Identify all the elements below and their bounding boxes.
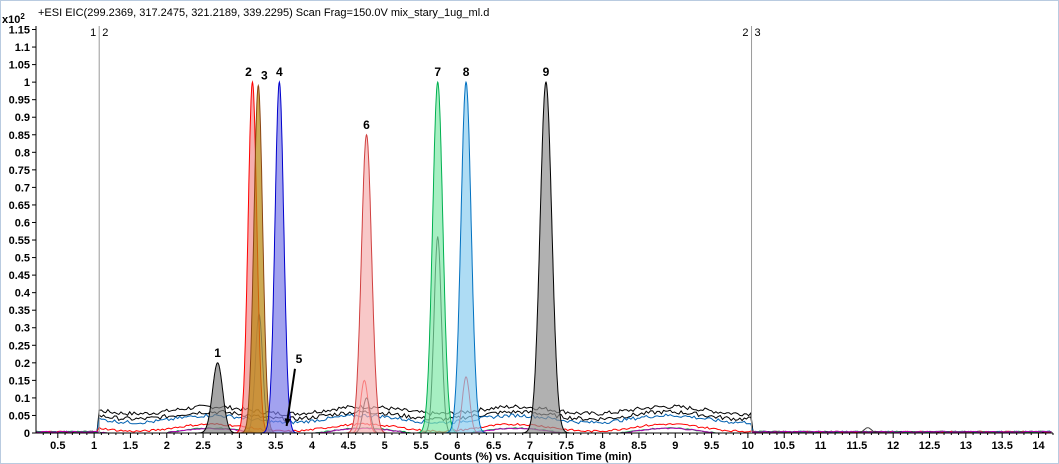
y-tick-label: 0.45 bbox=[9, 270, 30, 282]
peak-label-5: 5 bbox=[296, 352, 303, 366]
peak-label-8: 8 bbox=[463, 65, 470, 79]
peak-area-1 bbox=[197, 362, 238, 433]
peak-label-3: 3 bbox=[261, 69, 268, 83]
segment-marker-label-left: 1 bbox=[90, 27, 96, 39]
y-tick-label: 0.9 bbox=[15, 112, 30, 124]
y-tick-label: 0.1 bbox=[15, 393, 30, 405]
y-tick-label: 0.8 bbox=[15, 147, 30, 159]
x-tick-label: 9.5 bbox=[704, 440, 719, 452]
y-tick-label: 0 bbox=[24, 428, 30, 440]
y-tick-label: 0.2 bbox=[15, 358, 30, 370]
x-tick-label: 1 bbox=[91, 440, 97, 452]
y-tick-label: 0.65 bbox=[9, 200, 30, 212]
x-tick-label: 14 bbox=[1032, 440, 1045, 452]
x-tick-label: 10 bbox=[742, 440, 754, 452]
x-tick-label: 0.5 bbox=[50, 440, 65, 452]
y-tick-label: 0.4 bbox=[15, 288, 31, 300]
y-tick-label: 0.5 bbox=[15, 253, 30, 265]
y-tick-label: 0.95 bbox=[9, 95, 30, 107]
y-tick-label: 0.3 bbox=[15, 323, 30, 335]
x-tick-label: 5.5 bbox=[413, 440, 428, 452]
x-tick-label: 8 bbox=[600, 440, 606, 452]
peak-label-1: 1 bbox=[214, 346, 221, 360]
axes-layer: 00.050.10.150.20.250.30.350.40.450.50.55… bbox=[9, 25, 1054, 452]
x-tick-label: 1.5 bbox=[123, 440, 138, 452]
y-tick-label: 0.35 bbox=[9, 305, 30, 317]
x-tick-label: 12.5 bbox=[919, 440, 940, 452]
peak-area-7 bbox=[417, 82, 459, 433]
x-tick-label: 4.5 bbox=[341, 440, 356, 452]
peak-label-4: 4 bbox=[276, 65, 283, 79]
segment-marker-label-right: 2 bbox=[102, 27, 108, 39]
y-tick-label: 0.75 bbox=[9, 165, 30, 177]
segment-marker-label-left: 2 bbox=[742, 27, 748, 39]
peaks-layer bbox=[197, 80, 570, 434]
x-tick-label: 10.5 bbox=[774, 440, 795, 452]
peak-area-6 bbox=[346, 134, 387, 434]
y-tick-label: 0.55 bbox=[9, 235, 30, 247]
x-tick-label: 3 bbox=[236, 440, 242, 452]
peak-area-9 bbox=[522, 82, 570, 433]
y-tick-label: 0.6 bbox=[15, 217, 30, 229]
y-tick-label: 0.15 bbox=[9, 375, 30, 387]
x-tick-label: 13.5 bbox=[991, 440, 1012, 452]
x-tick-label: 9 bbox=[672, 440, 678, 452]
x-tick-label: 2.5 bbox=[195, 440, 210, 452]
peak-area-8 bbox=[445, 82, 487, 433]
y-tick-label: 0.05 bbox=[9, 410, 30, 422]
x-axis-label: Counts (%) vs. Acquisition Time (min) bbox=[434, 451, 632, 463]
x-tick-label: 11.5 bbox=[846, 440, 867, 452]
chromatogram-chart: +ESI EIC(299.2369, 317.2475, 321.2189, 3… bbox=[2, 7, 1054, 463]
x-tick-label: 13 bbox=[960, 440, 972, 452]
y-tick-label: 1.1 bbox=[15, 42, 30, 54]
x-tick-label: 6.5 bbox=[486, 440, 501, 452]
x-tick-label: 6 bbox=[454, 440, 460, 452]
x-tick-label: 5 bbox=[382, 440, 388, 452]
y-tick-label: 1.05 bbox=[9, 60, 30, 72]
x-tick-label: 11 bbox=[815, 440, 827, 452]
y-multiplier-exponent: 2 bbox=[20, 12, 25, 21]
x-tick-label: 8.5 bbox=[631, 440, 646, 452]
y-tick-label: 0.85 bbox=[9, 130, 30, 142]
peak-label-7: 7 bbox=[434, 65, 441, 79]
x-tick-label: 12 bbox=[887, 440, 899, 452]
y-tick-label: 1.15 bbox=[9, 25, 30, 37]
x-tick-label: 2 bbox=[164, 440, 170, 452]
x-tick-label: 7.5 bbox=[559, 440, 574, 452]
peak-label-9: 9 bbox=[543, 65, 550, 79]
chart-frame: +ESI EIC(299.2369, 317.2475, 321.2189, 3… bbox=[0, 0, 1059, 464]
x-tick-label: 7 bbox=[527, 440, 533, 452]
y-tick-label: 1 bbox=[24, 77, 30, 89]
x-tick-label: 4 bbox=[309, 440, 316, 452]
peak-label-2: 2 bbox=[245, 65, 252, 79]
segment-marker-label-right: 3 bbox=[755, 27, 761, 39]
x-tick-label: 3.5 bbox=[268, 440, 283, 452]
y-tick-label: 0.7 bbox=[15, 182, 30, 194]
peak-label-6: 6 bbox=[363, 118, 370, 132]
y-tick-label: 0.25 bbox=[9, 340, 30, 352]
chart-header: +ESI EIC(299.2369, 317.2475, 321.2189, 3… bbox=[38, 7, 489, 19]
